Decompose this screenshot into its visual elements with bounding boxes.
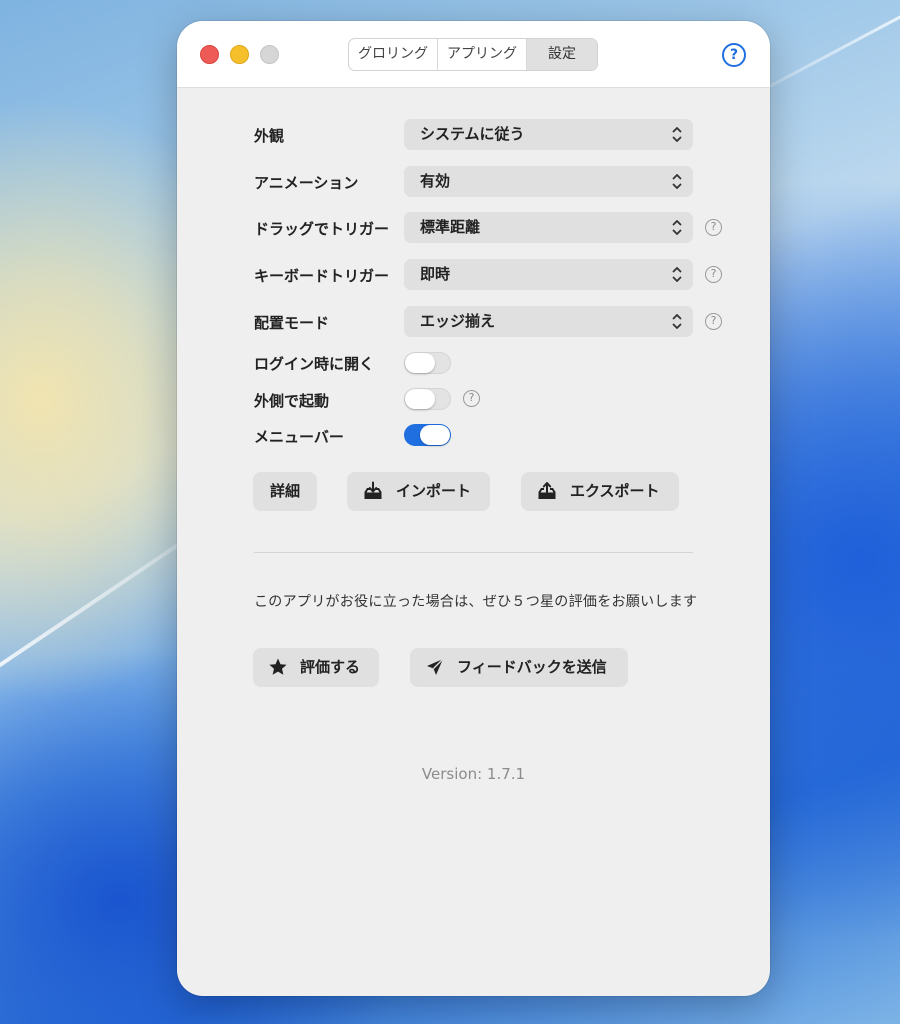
export-button[interactable]: エクスポート xyxy=(521,472,679,511)
toggle-knob xyxy=(405,353,435,373)
details-button-label: 詳細 xyxy=(269,482,300,500)
tab-settings[interactable]: 設定 xyxy=(527,39,597,70)
help-icon[interactable]: ? xyxy=(722,43,746,67)
chevron-up-down-icon xyxy=(672,267,682,282)
placement-mode-label: 配置モード xyxy=(254,314,330,332)
zoom-window-button xyxy=(260,45,279,64)
version-label: Version: 1.7.1 xyxy=(421,765,526,783)
placement-mode-value: エッジ揃え xyxy=(420,312,496,330)
chevron-up-down-icon xyxy=(672,127,682,142)
toggle-knob xyxy=(405,389,435,409)
menu-bar-toggle[interactable] xyxy=(404,424,451,446)
tab-grolling[interactable]: グロリング xyxy=(349,39,438,70)
appearance-label: 外観 xyxy=(254,127,285,145)
settings-window: グロリング アプリング 設定 ? 外観 システムに従う アニメーション 有効 ド… xyxy=(177,21,770,996)
menu-bar-label: メニューバー xyxy=(254,428,344,446)
keyboard-trigger-select[interactable]: 即時 xyxy=(404,259,693,290)
animation-value: 有効 xyxy=(420,172,451,190)
chevron-up-down-icon xyxy=(672,314,682,329)
close-window-button[interactable] xyxy=(200,45,219,64)
title-bar: グロリング アプリング 設定 ? xyxy=(177,21,770,88)
tab-appling[interactable]: アプリング xyxy=(438,39,527,70)
section-divider xyxy=(254,552,693,553)
import-button[interactable]: インポート xyxy=(347,472,490,511)
drag-trigger-select[interactable]: 標準距離 xyxy=(404,212,693,243)
chevron-up-down-icon xyxy=(672,220,682,235)
open-at-login-toggle[interactable] xyxy=(404,352,451,374)
paperplane-icon xyxy=(427,658,444,675)
keyboard-trigger-help-icon[interactable]: ? xyxy=(705,266,722,283)
launch-outside-label: 外側で起動 xyxy=(254,392,330,410)
details-button[interactable]: 詳細 xyxy=(253,472,317,511)
keyboard-trigger-value: 即時 xyxy=(420,265,451,283)
animation-select[interactable]: 有効 xyxy=(404,166,693,197)
appearance-value: システムに従う xyxy=(420,125,525,143)
tray-arrow-down-icon xyxy=(364,481,382,499)
drag-trigger-value: 標準距離 xyxy=(420,218,481,236)
rate-button[interactable]: 評価する xyxy=(253,648,379,687)
placement-mode-help-icon[interactable]: ? xyxy=(705,313,722,330)
send-feedback-button[interactable]: フィードバックを送信 xyxy=(410,648,628,687)
tab-switcher: グロリング アプリング 設定 xyxy=(348,38,598,71)
placement-mode-select[interactable]: エッジ揃え xyxy=(404,306,693,337)
animation-label: アニメーション xyxy=(254,174,359,192)
appearance-select[interactable]: システムに従う xyxy=(404,119,693,150)
tray-arrow-up-icon xyxy=(538,482,556,499)
drag-trigger-help-icon[interactable]: ? xyxy=(705,219,722,236)
toggle-knob xyxy=(420,425,450,445)
keyboard-trigger-label: キーボードトリガー xyxy=(254,267,390,285)
wallpaper-swoosh xyxy=(759,0,900,93)
open-at-login-label: ログイン時に開く xyxy=(254,355,375,373)
import-button-label: インポート xyxy=(396,482,472,500)
chevron-up-down-icon xyxy=(672,174,682,189)
rating-prompt-text: このアプリがお役に立った場合は、ぜひ５つ星の評価をお願いします xyxy=(254,594,698,610)
rate-button-label: 評価する xyxy=(300,658,361,676)
launch-outside-toggle[interactable] xyxy=(404,388,451,410)
minimize-window-button[interactable] xyxy=(230,45,249,64)
star-icon xyxy=(269,658,287,675)
send-feedback-button-label: フィードバックを送信 xyxy=(457,658,607,676)
export-button-label: エクスポート xyxy=(570,482,660,500)
drag-trigger-label: ドラッグでトリガー xyxy=(254,220,390,238)
launch-outside-help-icon[interactable]: ? xyxy=(463,390,480,407)
